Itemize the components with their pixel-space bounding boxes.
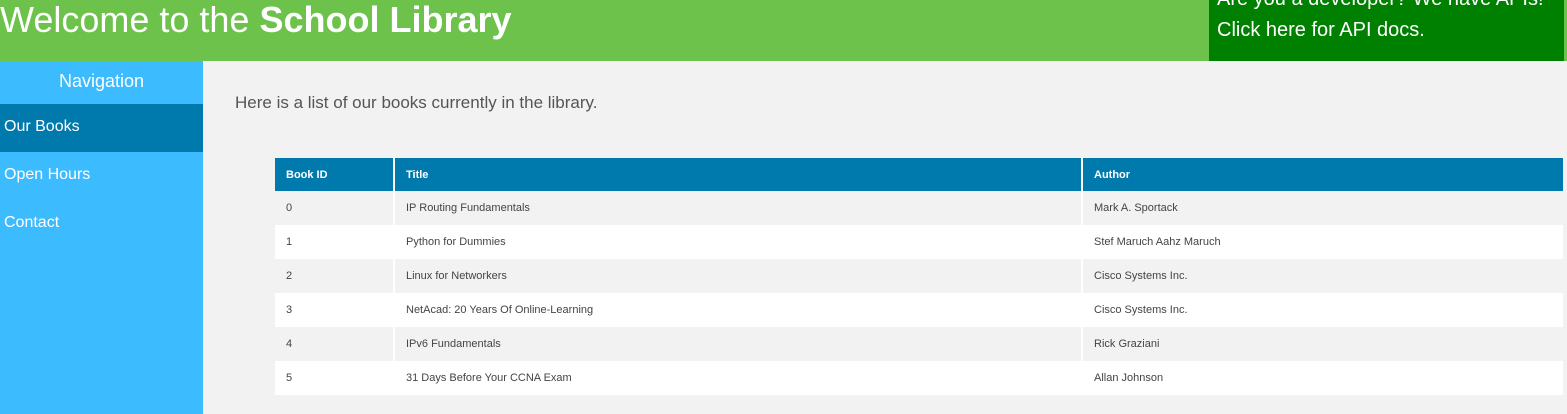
table-row: 3 NetAcad: 20 Years Of Online-Learning C…: [275, 293, 1563, 327]
cell-book-id: 2: [275, 259, 395, 293]
cell-book-id: 5: [275, 361, 395, 395]
sidebar-item-open-hours[interactable]: Open Hours: [0, 152, 203, 200]
column-header-book-id: Book ID: [275, 158, 395, 191]
cell-book-id: 0: [275, 191, 395, 225]
table-row: 2 Linux for Networkers Cisco Systems Inc…: [275, 259, 1563, 293]
column-header-author: Author: [1082, 158, 1563, 191]
sidebar-item-our-books[interactable]: Our Books: [0, 104, 203, 152]
books-table: Book ID Title Author 0 IP Routing Fundam…: [275, 158, 1563, 395]
page-header: Welcome to the School Library Are you a …: [0, 0, 1567, 61]
table-header-row: Book ID Title Author: [275, 158, 1563, 191]
cell-title: IP Routing Fundamentals: [394, 191, 1083, 225]
cell-book-id: 1: [275, 225, 395, 259]
cell-author: Cisco Systems Inc.: [1082, 259, 1563, 293]
cell-author: Rick Graziani: [1082, 327, 1563, 361]
column-header-title: Title: [394, 158, 1083, 191]
page-title: Welcome to the School Library: [0, 0, 512, 40]
cell-author: Mark A. Sportack: [1082, 191, 1563, 225]
cell-author: Allan Johnson: [1082, 361, 1563, 395]
sidebar-navigation: Navigation Our Books Open Hours Contact: [0, 61, 203, 414]
page-title-library-name: School Library: [259, 0, 512, 40]
table-row: 4 IPv6 Fundamentals Rick Graziani: [275, 327, 1563, 361]
cell-book-id: 4: [275, 327, 395, 361]
cell-author: Cisco Systems Inc.: [1082, 293, 1563, 327]
cell-author: Stef Maruch Aahz Maruch: [1082, 225, 1563, 259]
table-row: 5 31 Days Before Your CCNA Exam Allan Jo…: [275, 361, 1563, 395]
api-docs-line-2: Click here for API docs.: [1217, 19, 1425, 41]
sidebar-item-contact[interactable]: Contact: [0, 200, 203, 248]
api-docs-link[interactable]: Are you a developer? We have APIs! Click…: [1209, 0, 1564, 61]
cell-book-id: 3: [275, 293, 395, 327]
page-title-prefix: Welcome to the: [0, 0, 260, 40]
sidebar-heading: Navigation: [58, 71, 145, 91]
cell-title: Linux for Networkers: [394, 259, 1083, 293]
table-row: 1 Python for Dummies Stef Maruch Aahz Ma…: [275, 225, 1563, 259]
api-docs-line-1: Are you a developer? We have APIs!: [1217, 0, 1564, 15]
cell-title: NetAcad: 20 Years Of Online-Learning: [394, 293, 1083, 327]
books-intro-text: Here is a list of our books currently in…: [235, 93, 598, 112]
main-content: Here is a list of our books currently in…: [203, 61, 1567, 414]
table-row: 0 IP Routing Fundamentals Mark A. Sporta…: [275, 191, 1563, 225]
cell-title: IPv6 Fundamentals: [394, 327, 1083, 361]
cell-title: Python for Dummies: [394, 225, 1083, 259]
cell-title: 31 Days Before Your CCNA Exam: [394, 361, 1083, 395]
